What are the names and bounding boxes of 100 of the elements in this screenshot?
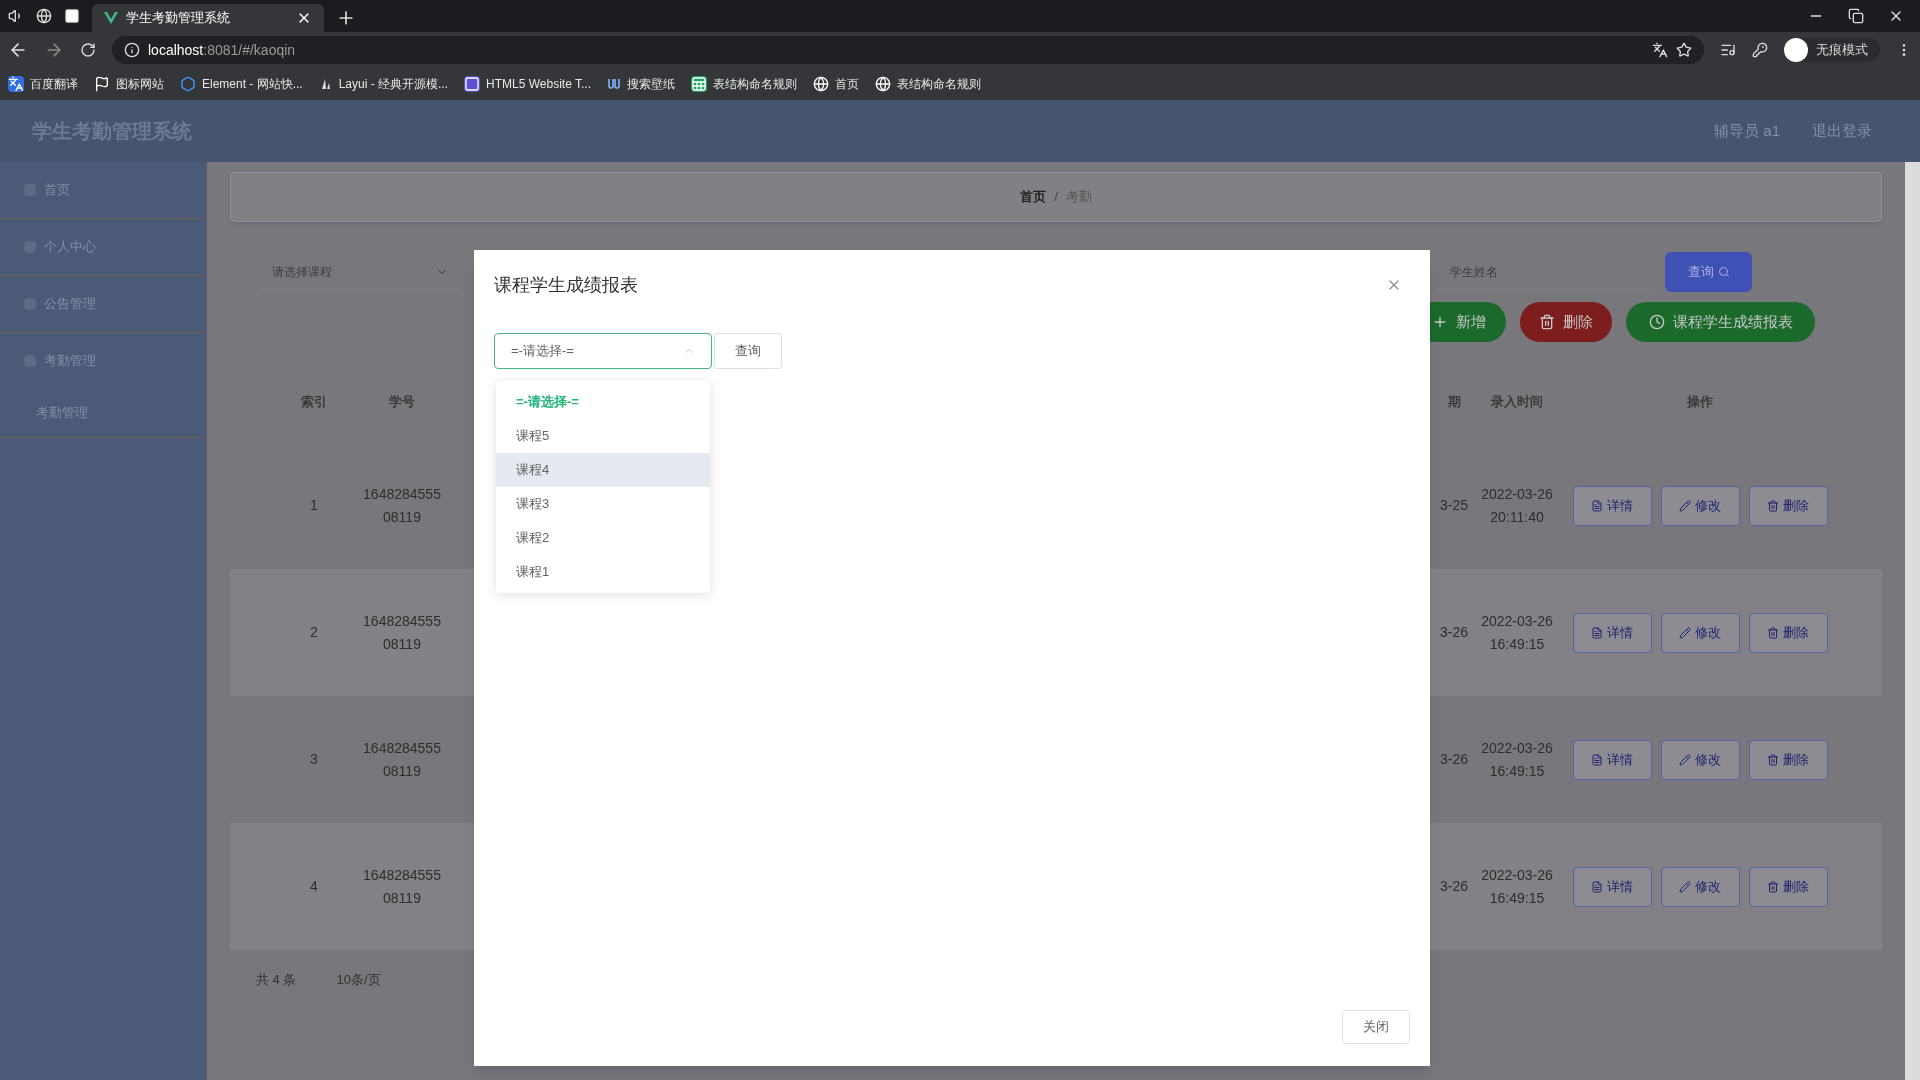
plus-icon — [1432, 314, 1448, 330]
column-header: 操作 — [1687, 393, 1713, 412]
trash-icon — [1767, 880, 1779, 893]
column-header: 录入时间 — [1491, 393, 1543, 412]
bookmark[interactable]: Layui - 经典开源模... — [318, 75, 449, 93]
row-action-button[interactable]: 修改 — [1660, 866, 1740, 907]
row-action-button[interactable]: 详情 — [1572, 612, 1652, 653]
bookmark[interactable]: 图标网站 — [94, 75, 164, 93]
dialog-title: 课程学生成绩报表 — [494, 274, 638, 297]
table-cell-text: 2022-03-26 16:49:15 — [1480, 865, 1554, 908]
dropdown-option[interactable]: 课程5 — [496, 419, 710, 453]
bookmark[interactable]: 表结构命名规则 — [875, 75, 981, 93]
reload-icon[interactable] — [80, 42, 96, 58]
profile-button[interactable]: 无痕模式 — [1784, 38, 1880, 62]
pencil-icon — [1679, 499, 1691, 512]
table-cell-text: 4 — [310, 877, 318, 896]
sheet-icon — [691, 76, 707, 92]
breadcrumb-separator: / — [1054, 188, 1058, 207]
tab-title: 学生考勤管理系统 — [126, 9, 231, 28]
action-button[interactable]: 删除 — [1520, 302, 1612, 342]
bookmark[interactable]: HTML5 Website T... — [464, 75, 591, 93]
page-size-select[interactable]: 10条/页 — [336, 970, 381, 990]
table-cell-text: 164828455508119 — [362, 611, 442, 654]
bookmark[interactable]: 首页 — [813, 75, 859, 93]
action-button[interactable]: 课程学生成绩报表 — [1626, 302, 1815, 342]
column-header: 索引 — [301, 393, 327, 412]
column-header: 期 — [1448, 394, 1461, 410]
dropdown-option[interactable]: 课程3 — [496, 487, 710, 521]
translate-icon — [8, 76, 24, 92]
total-count: 共 4 条 — [256, 971, 297, 989]
bookmark[interactable]: 搜索壁纸 — [607, 75, 675, 93]
table-cell-text: 164828455508119 — [362, 738, 442, 781]
address-bar[interactable]: localhost:8081/#/kaoqin — [112, 36, 1704, 64]
row-action-button[interactable]: 详情 — [1572, 739, 1652, 780]
table-cell-text: 2022-03-26 20:11:40 — [1480, 484, 1554, 527]
table-cell-text: 2 — [310, 623, 318, 642]
key-icon[interactable] — [1752, 42, 1768, 58]
table-cell: 3-25 — [1440, 497, 1469, 513]
table-cell-text: 2022-03-26 16:49:15 — [1480, 738, 1554, 781]
globe-icon[interactable] — [36, 8, 52, 24]
document-icon — [1591, 499, 1603, 512]
bookmark[interactable]: Element - 网站快... — [180, 75, 303, 93]
wave-icon — [607, 77, 621, 91]
dropdown-option[interactable]: =-请选择-= — [496, 385, 710, 419]
row-action-button[interactable]: 修改 — [1660, 612, 1740, 653]
table-cell-text: 3 — [310, 750, 318, 769]
scrollbar[interactable] — [1905, 162, 1920, 1080]
bookmark[interactable]: 表结构命名规则 — [691, 75, 797, 93]
row-action-button[interactable]: 删除 — [1748, 866, 1828, 907]
dropdown-option[interactable]: 课程2 — [496, 521, 710, 555]
hexagon-icon — [180, 76, 196, 92]
table-cell: 3-26 — [1440, 878, 1469, 894]
row-action-button[interactable]: 删除 — [1748, 485, 1828, 526]
flag-icon — [94, 76, 110, 92]
trash-icon — [1767, 626, 1779, 639]
row-action-button[interactable]: 删除 — [1748, 739, 1828, 780]
table-cell-text: 164828455508119 — [362, 484, 442, 527]
table-cell-text: 164828455508119 — [362, 865, 442, 908]
logout-link[interactable]: 退出登录 — [1812, 119, 1872, 143]
row-action-button[interactable]: 详情 — [1572, 866, 1652, 907]
row-action-button[interactable]: 详情 — [1572, 485, 1652, 526]
pencil-icon — [1679, 753, 1691, 766]
dropdown-option[interactable]: 课程4 — [496, 453, 710, 487]
trash-icon — [1767, 753, 1779, 766]
browser-tab[interactable]: 学生考勤管理系统 — [92, 4, 324, 32]
dropdown-option[interactable]: 课程1 — [496, 555, 710, 589]
star-icon[interactable] — [1676, 42, 1692, 58]
row-action-button[interactable]: 删除 — [1748, 612, 1828, 653]
trash-icon — [1539, 314, 1555, 330]
pencil-icon — [1679, 880, 1691, 893]
breadcrumb-item[interactable]: 首页 — [1020, 187, 1047, 207]
bookmark[interactable]: 百度翻译 — [8, 75, 78, 93]
table-cell: 3-26 — [1440, 751, 1469, 767]
globe-icon — [813, 76, 829, 92]
close-button[interactable]: 关闭 — [1342, 1010, 1410, 1044]
table-cell: 3-26 — [1440, 624, 1469, 640]
row-action-button[interactable]: 修改 — [1660, 485, 1740, 526]
query-button[interactable]: 查询 — [714, 333, 782, 369]
avatar-icon — [1784, 38, 1808, 62]
column-header: 学号 — [389, 393, 415, 412]
media-icon[interactable] — [1720, 42, 1736, 58]
v-logo-icon — [104, 12, 118, 24]
globe-icon — [875, 76, 891, 92]
pencil-icon — [1679, 626, 1691, 639]
course-select[interactable]: =-请选择-= — [494, 333, 712, 369]
square-icon — [464, 76, 481, 92]
info-icon — [124, 42, 140, 58]
restore-icon[interactable] — [1848, 8, 1864, 24]
table-cell-text: 1 — [310, 496, 318, 515]
clock-icon — [1648, 314, 1665, 330]
search-button[interactable]: 查询 — [1665, 252, 1752, 292]
url-text: localhost:8081/#/kaoqin — [148, 40, 296, 60]
document-icon — [1591, 626, 1603, 639]
row-action-button[interactable]: 修改 — [1660, 739, 1740, 780]
document-icon — [1591, 880, 1603, 893]
user-name: 辅导员 a1 — [1714, 120, 1780, 141]
table-cell-text: 2022-03-26 16:49:15 — [1480, 611, 1554, 654]
trash-icon — [1767, 499, 1779, 512]
window-icon[interactable] — [64, 8, 80, 24]
translate-icon[interactable] — [1652, 42, 1668, 58]
